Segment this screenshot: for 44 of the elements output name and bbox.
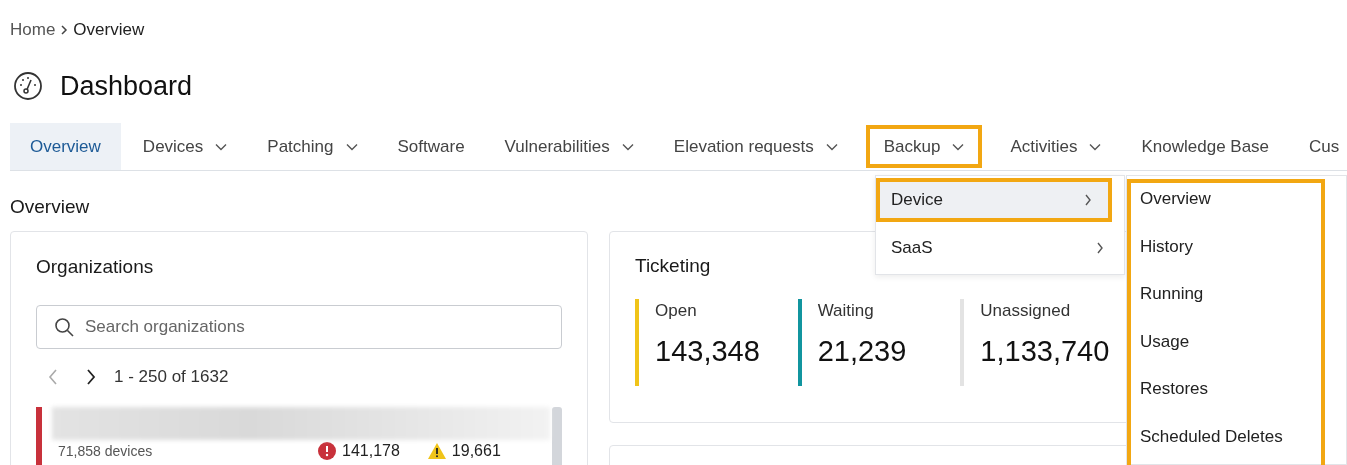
gauge-icon xyxy=(13,71,43,101)
menu-item[interactable]: Scheduled Deletes xyxy=(1129,422,1323,465)
menu-item[interactable]: Device xyxy=(876,178,1112,222)
menu-item[interactable]: Restores xyxy=(1129,375,1323,423)
nav-tab[interactable]: Devices xyxy=(122,123,248,170)
stat-value: 21,239 xyxy=(817,335,908,368)
warning-count: 19,661 xyxy=(451,442,501,460)
chevron-right-icon xyxy=(60,24,69,36)
error-count: 141,178 xyxy=(342,442,400,460)
previous-page-icon[interactable] xyxy=(48,369,58,385)
next-page-icon[interactable] xyxy=(86,369,96,385)
stat-label: Open xyxy=(655,300,698,321)
card-title: Ticketing xyxy=(635,255,712,277)
nav-tab[interactable]: Vulnerabilities xyxy=(484,123,654,170)
stat-label: Unassigned xyxy=(980,300,1072,321)
breadcrumb-link[interactable]: Home xyxy=(10,20,56,40)
section-title: Overview xyxy=(10,196,90,217)
warning-icon xyxy=(427,443,446,459)
stat-value: 1,133,740 xyxy=(980,335,1111,368)
chevron-right-icon xyxy=(1096,242,1104,254)
nav-tab[interactable]: Elevation requests xyxy=(653,123,858,170)
error-icon xyxy=(318,442,336,460)
nav-tab[interactable]: Knowledge Base xyxy=(1121,123,1290,170)
nav-tab[interactable]: Activities xyxy=(990,123,1122,170)
scrollbar[interactable] xyxy=(552,407,562,465)
menu-item[interactable]: Running xyxy=(1129,280,1323,328)
page-title: Dashboard xyxy=(60,70,193,102)
page-range: 1 - 250 of 1632 xyxy=(114,367,229,387)
breadcrumb-link[interactable]: Overview xyxy=(73,20,145,40)
stat-value: 143,348 xyxy=(655,335,761,368)
stat-label: Waiting xyxy=(817,300,875,321)
menu-item[interactable]: SaaS xyxy=(876,226,1124,270)
search-field[interactable]: Search organizations xyxy=(36,305,562,349)
nav-tab[interactable]: Software xyxy=(377,123,485,170)
nav-tab[interactable]: Patching xyxy=(247,123,378,170)
chevron-right-icon xyxy=(1084,194,1092,206)
nav-tab[interactable]: Backup xyxy=(863,123,985,170)
menu-item[interactable]: History xyxy=(1129,232,1323,280)
nav-tab[interactable]: Cus xyxy=(1289,123,1347,170)
menu-item[interactable]: Usage xyxy=(1129,327,1323,375)
device-count: 71,858 devices xyxy=(57,443,154,459)
nav-tab[interactable]: Overview xyxy=(10,123,121,170)
card-title: Organizations xyxy=(36,256,155,278)
menu-item[interactable]: Overview xyxy=(1129,185,1323,233)
